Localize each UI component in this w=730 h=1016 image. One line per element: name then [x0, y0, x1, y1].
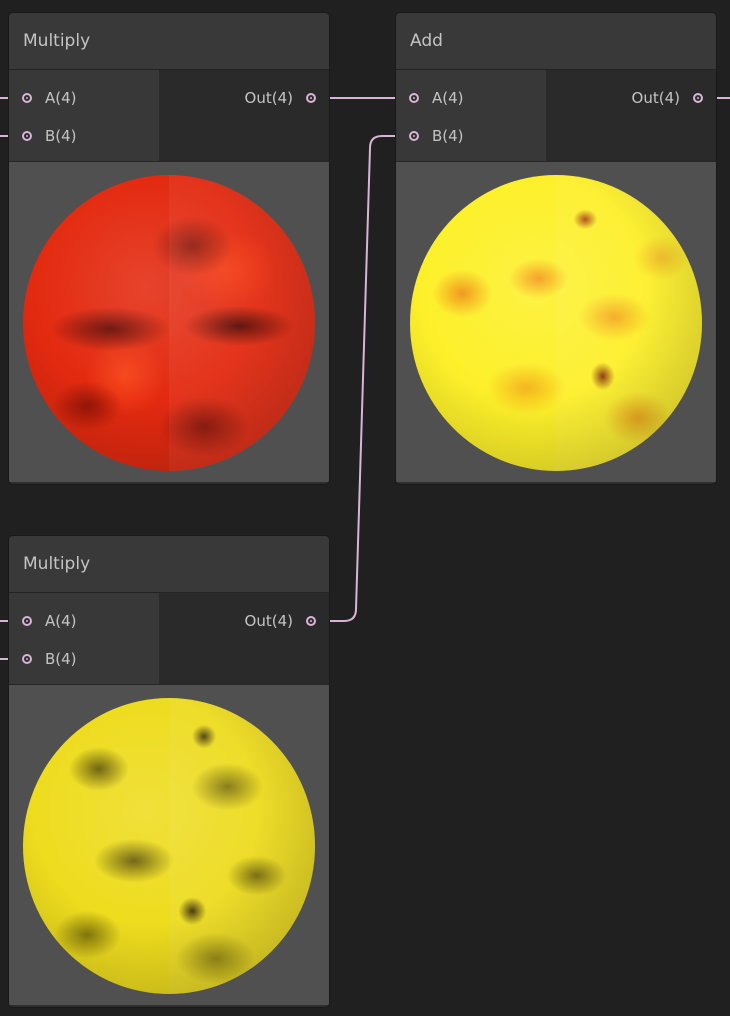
- port-out-label: Out(4): [631, 89, 680, 107]
- shader-graph-canvas[interactable]: Multiply A(4) B(4) Out(4) Add A(4) B(4) …: [0, 0, 730, 1016]
- preview-sphere: [410, 175, 702, 471]
- input-port-b[interactable]: B(4): [409, 126, 464, 146]
- output-port-out[interactable]: Out(4): [245, 611, 316, 631]
- node-ports: A(4) B(4) Out(4): [9, 70, 329, 161]
- node-title[interactable]: Multiply: [9, 536, 329, 593]
- input-port-b[interactable]: B(4): [22, 126, 77, 146]
- output-ports: Out(4): [159, 70, 329, 161]
- port-a-label: A(4): [45, 612, 77, 630]
- port-b-label: B(4): [45, 127, 77, 145]
- port-b-dot-icon[interactable]: [22, 654, 32, 664]
- input-ports: A(4) B(4): [9, 70, 159, 161]
- port-b-dot-icon[interactable]: [22, 131, 32, 141]
- node-preview[interactable]: [396, 161, 716, 482]
- node-preview[interactable]: [9, 684, 329, 1005]
- multiply-node-bottom[interactable]: Multiply A(4) B(4) Out(4): [9, 536, 329, 1007]
- input-port-a[interactable]: A(4): [22, 88, 77, 108]
- preview-sphere: [23, 175, 315, 471]
- output-ports: Out(4): [159, 593, 329, 684]
- output-ports: Out(4): [546, 70, 716, 161]
- port-a-dot-icon[interactable]: [409, 93, 419, 103]
- input-port-a[interactable]: A(4): [409, 88, 464, 108]
- preview-sphere: [23, 698, 315, 994]
- port-b-dot-icon[interactable]: [409, 131, 419, 141]
- port-out-dot-icon[interactable]: [306, 616, 316, 626]
- multiply-node-top[interactable]: Multiply A(4) B(4) Out(4): [9, 13, 329, 484]
- port-a-label: A(4): [45, 89, 77, 107]
- output-port-out[interactable]: Out(4): [632, 88, 703, 108]
- port-out-label: Out(4): [244, 89, 293, 107]
- input-port-b[interactable]: B(4): [22, 649, 77, 669]
- sphere-shading: [410, 175, 702, 471]
- port-b-label: B(4): [432, 127, 464, 145]
- node-title[interactable]: Add: [396, 13, 716, 70]
- node-ports: A(4) B(4) Out(4): [9, 593, 329, 684]
- sphere-shading: [23, 175, 315, 471]
- sphere-shading: [23, 698, 315, 994]
- port-b-label: B(4): [45, 650, 77, 668]
- node-preview[interactable]: [9, 161, 329, 482]
- port-out-dot-icon[interactable]: [306, 93, 316, 103]
- input-ports: A(4) B(4): [9, 593, 159, 684]
- node-ports: A(4) B(4) Out(4): [396, 70, 716, 161]
- add-node[interactable]: Add A(4) B(4) Out(4): [396, 13, 716, 484]
- node-title[interactable]: Multiply: [9, 13, 329, 70]
- port-out-label: Out(4): [244, 612, 293, 630]
- output-port-out[interactable]: Out(4): [245, 88, 316, 108]
- port-a-dot-icon[interactable]: [22, 93, 32, 103]
- input-port-a[interactable]: A(4): [22, 611, 77, 631]
- port-out-dot-icon[interactable]: [693, 93, 703, 103]
- wire-multiply-bottom-to-add-b[interactable]: [316, 135, 408, 622]
- input-ports: A(4) B(4): [396, 70, 546, 161]
- port-a-label: A(4): [432, 89, 464, 107]
- port-a-dot-icon[interactable]: [22, 616, 32, 626]
